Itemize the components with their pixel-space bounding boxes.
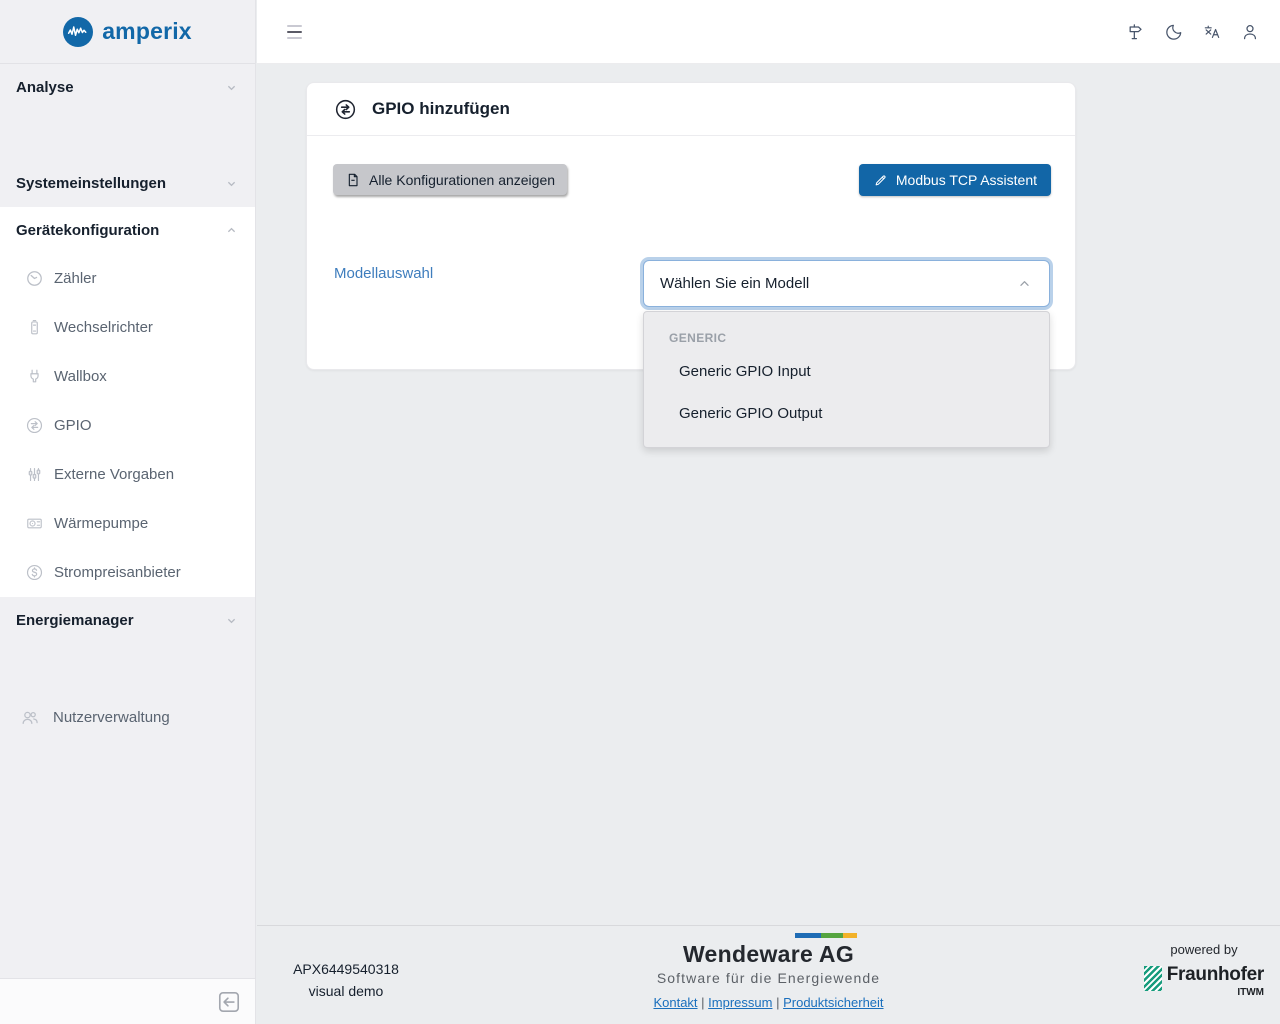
model-select-label: Modellauswahl xyxy=(334,265,434,282)
gpio-add-card: GPIO hinzufügen Alle Konfigurationen anz… xyxy=(306,82,1076,448)
model-dropdown-menu: GENERIC Generic GPIO Input Generic GPIO … xyxy=(643,311,1050,448)
pen-icon xyxy=(873,173,888,188)
model-select-value: Wählen Sie ein Modell xyxy=(660,275,810,292)
document-icon xyxy=(345,172,361,188)
footer-links: Kontakt | Impressum | Produktsicherheit xyxy=(559,995,979,1010)
sidebar-footer xyxy=(0,978,255,1024)
fraunhofer-name: Fraunhofer xyxy=(1166,964,1265,985)
section-label: Systemeinstellungen xyxy=(16,175,167,192)
link-separator: | xyxy=(776,995,784,1010)
sidebar-nav: Analyse Systemeinstellungen Gerätekonfig… xyxy=(0,64,255,742)
page-footer: APX6449540318 visual demo Wendeware AG S… xyxy=(257,925,1280,1024)
powered-by-label: powered by xyxy=(1170,942,1238,957)
translate-language-icon[interactable] xyxy=(1200,20,1224,44)
chevron-up-icon xyxy=(227,227,236,233)
device-mode: visual demo xyxy=(308,983,384,999)
dropdown-option-generic-gpio-input[interactable]: Generic GPIO Input xyxy=(644,351,1049,393)
sliders-icon xyxy=(24,465,44,484)
sidebar-item-wechselrichter[interactable]: Wechselrichter xyxy=(0,303,255,352)
section-label: Energiemanager xyxy=(16,612,134,629)
brand-logo[interactable]: amperix xyxy=(0,0,255,64)
sidebar-item-externe-vorgaben[interactable]: Externe Vorgaben xyxy=(0,450,255,499)
show-all-configurations-button[interactable]: Alle Konfigurationen anzeigen xyxy=(333,164,568,195)
item-label: Wallbox xyxy=(54,368,107,385)
meter-gauge-icon xyxy=(24,269,44,288)
sidebar-section-geraetekonfiguration[interactable]: Gerätekonfiguration xyxy=(0,207,255,254)
chevron-down-icon xyxy=(227,618,236,624)
signpost-icon[interactable] xyxy=(1124,20,1148,44)
powered-by-block: powered by Fraunhofer ITWM xyxy=(1144,942,1264,998)
item-label: Wechselrichter xyxy=(54,319,153,336)
inverter-battery-icon xyxy=(24,318,44,337)
modbus-tcp-assistant-button[interactable]: Modbus TCP Assistent xyxy=(858,164,1051,196)
link-impressum[interactable]: Impressum xyxy=(708,995,772,1010)
plug-icon xyxy=(24,367,44,386)
main-area: GPIO hinzufügen Alle Konfigurationen anz… xyxy=(257,0,1280,1024)
section-label: Analyse xyxy=(16,79,74,96)
card-header: GPIO hinzufügen xyxy=(307,83,1075,136)
card-toolbar: Alle Konfigurationen anzeigen Modbus TCP… xyxy=(333,164,1051,196)
user-profile-icon[interactable] xyxy=(1238,20,1262,44)
topbar xyxy=(257,0,1280,64)
dropdown-option-generic-gpio-output[interactable]: Generic GPIO Output xyxy=(644,393,1049,435)
company-name: Wendeware AG xyxy=(682,941,855,967)
button-label: Modbus TCP Assistent xyxy=(895,172,1037,188)
moon-dark-mode-icon[interactable] xyxy=(1162,20,1186,44)
button-label: Alle Konfigurationen anzeigen xyxy=(369,171,556,188)
sidebar-item-nutzerverwaltung[interactable]: Nutzerverwaltung xyxy=(0,693,255,742)
sidebar-item-waermepumpe[interactable]: Wärmepumpe xyxy=(0,499,255,548)
sidebar-section-systemeinstellungen[interactable]: Systemeinstellungen xyxy=(0,160,255,207)
item-label: Externe Vorgaben xyxy=(54,466,175,483)
sidebar-item-strompreisanbieter[interactable]: Strompreisanbieter xyxy=(0,548,255,597)
sidebar-item-gpio[interactable]: GPIO xyxy=(0,401,255,450)
link-produktsicherheit[interactable]: Produktsicherheit xyxy=(783,995,883,1010)
fraunhofer-stripes-icon xyxy=(1144,966,1162,991)
device-serial: APX6449540318 xyxy=(293,961,399,977)
sidebar-group-geraetekonfiguration: Gerätekonfiguration Zähler Wechselrichte… xyxy=(0,207,255,597)
chevron-down-icon xyxy=(227,181,236,187)
device-info: APX6449540318 visual demo xyxy=(271,958,421,1002)
users-icon xyxy=(20,708,40,728)
brand-name: amperix xyxy=(102,18,192,44)
link-kontakt[interactable]: Kontakt xyxy=(653,995,697,1010)
item-label: Zähler xyxy=(54,270,97,287)
wendeware-color-bar xyxy=(794,933,857,938)
waveform-circle-icon xyxy=(63,16,94,47)
gpio-swap-icon xyxy=(334,98,357,121)
sidebar-item-zaehler[interactable]: Zähler xyxy=(0,254,255,303)
section-label: Gerätekonfiguration xyxy=(16,222,160,239)
fraunhofer-institute: ITWM xyxy=(1237,987,1264,998)
company-tagline: Software für die Energiewende xyxy=(656,970,881,986)
chevron-down-icon xyxy=(227,85,236,91)
content-area: GPIO hinzufügen Alle Konfigurationen anz… xyxy=(257,64,1280,925)
item-label: Nutzerverwaltung xyxy=(53,709,170,726)
company-block: Wendeware AG Software für die Energiewen… xyxy=(559,933,979,1010)
heat-pump-icon xyxy=(24,514,44,533)
item-label: Wärmepumpe xyxy=(54,515,149,532)
chevron-up-icon xyxy=(1020,281,1029,286)
sidebar-section-analyse[interactable]: Analyse xyxy=(0,64,255,111)
topbar-icons xyxy=(1124,20,1262,44)
sidebar-section-energiemanager[interactable]: Energiemanager xyxy=(0,597,255,644)
price-dollar-circle-icon xyxy=(24,563,44,582)
fraunhofer-logo: Fraunhofer ITWM xyxy=(1144,964,1264,998)
collapse-sidebar-arrow-icon[interactable] xyxy=(216,989,242,1015)
page-title: GPIO hinzufügen xyxy=(372,99,510,118)
sidebar-item-wallbox[interactable]: Wallbox xyxy=(0,352,255,401)
link-separator: | xyxy=(701,995,709,1010)
dropdown-group-label: GENERIC xyxy=(669,331,727,345)
item-label: GPIO xyxy=(54,417,92,434)
gpio-swap-icon xyxy=(24,416,44,435)
item-label: Strompreisanbieter xyxy=(54,564,181,581)
model-select[interactable]: Wählen Sie ein Modell xyxy=(643,260,1050,307)
hamburger-menu-icon[interactable] xyxy=(287,21,302,43)
sidebar: amperix Analyse Systemeinstellungen Gerä… xyxy=(0,0,256,1024)
